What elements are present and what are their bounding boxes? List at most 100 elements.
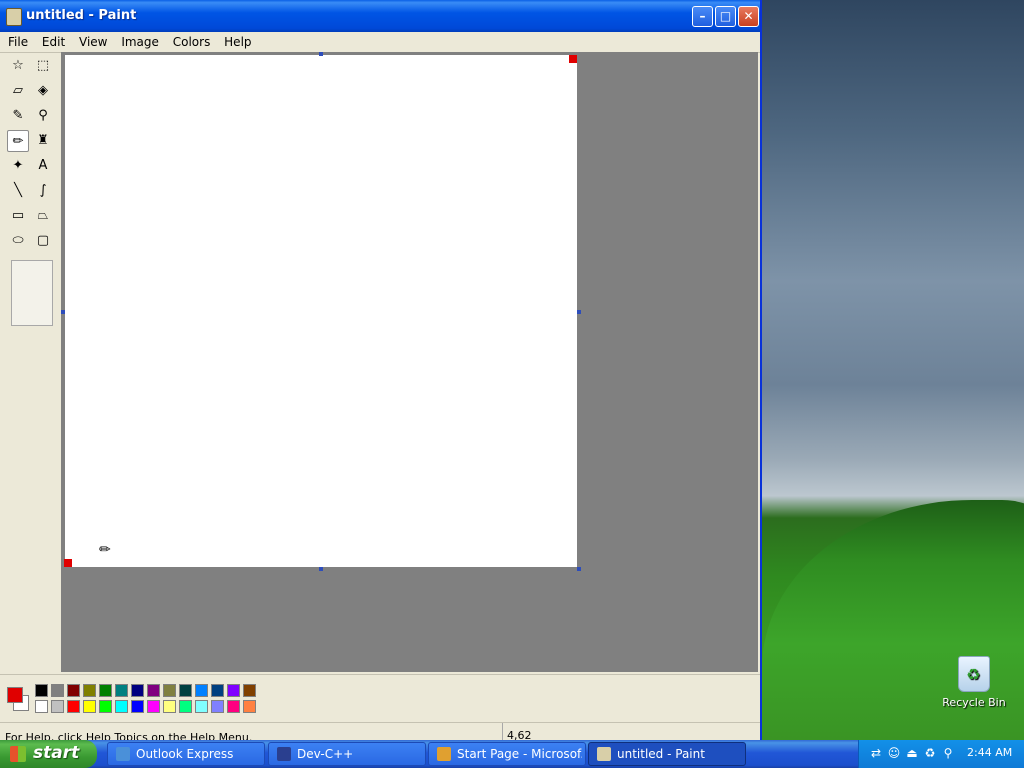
current-colors[interactable] <box>5 685 31 713</box>
palette-swatch[interactable] <box>147 684 160 697</box>
palette-swatch[interactable] <box>211 684 224 697</box>
taskbar-button-label: Dev-C++ <box>297 747 354 761</box>
paint-window: untitled - Paint – □ ✕ File Edit View Im… <box>0 0 762 741</box>
recycle-bin[interactable]: ♻ Recycle Bin <box>938 656 1010 709</box>
minimize-button[interactable]: – <box>692 6 713 27</box>
free-form-select-tool[interactable]: ☆ <box>7 55 29 77</box>
palette-swatch[interactable] <box>211 700 224 713</box>
tray-msn-icon[interactable]: ☺ <box>887 746 901 760</box>
toolbox: ☆ ⬚ ▱ ◈ ✎ ⚲ ✏ ♜ ✦ A ╲ ∫ ▭ ⏢ ⬭ ▢ <box>4 52 58 672</box>
text-tool[interactable]: A <box>32 155 54 177</box>
taskbar-button-label: Outlook Express <box>136 747 234 761</box>
menu-file[interactable]: File <box>0 32 33 49</box>
palette-swatch[interactable] <box>195 700 208 713</box>
palette-swatch[interactable] <box>243 700 256 713</box>
start-label: start <box>33 743 80 763</box>
title-bar[interactable]: untitled - Paint – □ ✕ <box>0 0 760 32</box>
rectangle-tool[interactable]: ▭ <box>7 205 29 227</box>
taskbar-button[interactable]: untitled - Paint <box>588 742 746 766</box>
menu-image[interactable]: Image <box>116 32 164 49</box>
palette-swatch[interactable] <box>195 684 208 697</box>
ellipse-tool[interactable]: ⬭ <box>7 230 29 252</box>
palette-swatch[interactable] <box>51 700 64 713</box>
menu-view[interactable]: View <box>74 32 112 49</box>
palette-swatch[interactable] <box>163 700 176 713</box>
start-button[interactable]: start <box>0 740 97 768</box>
tool-options-box[interactable] <box>11 260 53 326</box>
recycle-bin-icon: ♻ <box>958 656 990 692</box>
select-tool[interactable]: ⬚ <box>32 55 54 77</box>
resize-handle-left[interactable] <box>61 310 65 314</box>
menu-bar: File Edit View Image Colors Help <box>0 32 760 53</box>
fill-with-color-tool[interactable]: ◈ <box>32 80 54 102</box>
windows-logo-icon <box>10 746 26 762</box>
tray-safely-remove-icon[interactable]: ⏏ <box>905 746 919 760</box>
palette-swatch[interactable] <box>35 684 48 697</box>
resize-handle-bottom-left[interactable] <box>64 559 72 567</box>
taskbar-app-icon <box>277 747 291 761</box>
rounded-rectangle-tool[interactable]: ▢ <box>32 230 54 252</box>
tray-search-icon[interactable]: ⚲ <box>941 746 955 760</box>
palette-swatch[interactable] <box>67 700 80 713</box>
color-box <box>0 674 760 721</box>
palette-swatch[interactable] <box>115 684 128 697</box>
palette-swatch[interactable] <box>83 684 96 697</box>
palette-swatch[interactable] <box>115 700 128 713</box>
status-coordinates: 4,62 <box>502 723 532 741</box>
foreground-color-swatch[interactable] <box>7 687 23 703</box>
palette-swatch[interactable] <box>51 684 64 697</box>
taskbar-button-label: untitled - Paint <box>617 747 705 761</box>
line-tool[interactable]: ╲ <box>7 180 29 202</box>
palette-swatch[interactable] <box>131 700 144 713</box>
eraser-tool[interactable]: ▱ <box>7 80 29 102</box>
resize-handle-bottom[interactable] <box>319 567 323 571</box>
palette-swatch[interactable] <box>131 684 144 697</box>
palette-swatch[interactable] <box>179 700 192 713</box>
taskbar-button[interactable]: Start Page - Microsof... <box>428 742 586 766</box>
palette-swatch[interactable] <box>147 700 160 713</box>
resize-handle-top[interactable] <box>319 52 323 56</box>
palette-swatch[interactable] <box>83 700 96 713</box>
paint-app-icon[interactable] <box>6 8 22 26</box>
taskbar-button[interactable]: Dev-C++ <box>268 742 426 766</box>
taskbar: start ⇄ ☺ ⏏ ♻ ⚲ 2:44 AM Outlook Express D… <box>0 740 1024 768</box>
pencil-cursor-icon: ✏ <box>99 542 111 558</box>
airbrush-tool[interactable]: ✦ <box>7 155 29 177</box>
polygon-tool[interactable]: ⏢ <box>32 205 54 227</box>
palette-swatch[interactable] <box>243 684 256 697</box>
pick-color-tool[interactable]: ✎ <box>7 105 29 127</box>
palette-swatch[interactable] <box>99 700 112 713</box>
canvas-workspace: ✏ <box>61 52 758 672</box>
brush-tool[interactable]: ♜ <box>32 130 54 152</box>
resize-handle-bottom-right[interactable] <box>577 567 581 571</box>
palette-swatch[interactable] <box>227 684 240 697</box>
resize-handle-right[interactable] <box>577 310 581 314</box>
recycle-bin-label: Recycle Bin <box>942 696 1006 709</box>
menu-help[interactable]: Help <box>219 32 256 49</box>
pencil-tool[interactable]: ✏ <box>7 130 29 152</box>
drawing-canvas[interactable] <box>65 55 577 567</box>
menu-edit[interactable]: Edit <box>37 32 70 49</box>
clock[interactable]: 2:44 AM <box>967 746 1012 759</box>
palette-swatch[interactable] <box>35 700 48 713</box>
window-title: untitled - Paint <box>26 8 137 23</box>
tray-network-icon[interactable]: ⇄ <box>869 746 883 760</box>
taskbar-button[interactable]: Outlook Express <box>107 742 265 766</box>
palette-swatch[interactable] <box>99 684 112 697</box>
menu-colors[interactable]: Colors <box>168 32 216 49</box>
close-button[interactable]: ✕ <box>738 6 759 27</box>
resize-handle-top-right[interactable] <box>569 55 577 63</box>
taskbar-app-icon <box>597 747 611 761</box>
palette-swatch[interactable] <box>163 684 176 697</box>
status-bar: For Help, click Help Topics on the Help … <box>0 722 760 741</box>
magnifier-tool[interactable]: ⚲ <box>32 105 54 127</box>
palette-swatch[interactable] <box>67 684 80 697</box>
taskbar-button-label: Start Page - Microsof... <box>457 747 582 761</box>
palette-swatch[interactable] <box>227 700 240 713</box>
palette-swatch[interactable] <box>179 684 192 697</box>
system-tray: ⇄ ☺ ⏏ ♻ ⚲ 2:44 AM <box>858 740 1024 768</box>
maximize-button[interactable]: □ <box>715 6 736 27</box>
curve-tool[interactable]: ∫ <box>32 180 54 202</box>
tray-update-icon[interactable]: ♻ <box>923 746 937 760</box>
taskbar-app-icon <box>116 747 130 761</box>
